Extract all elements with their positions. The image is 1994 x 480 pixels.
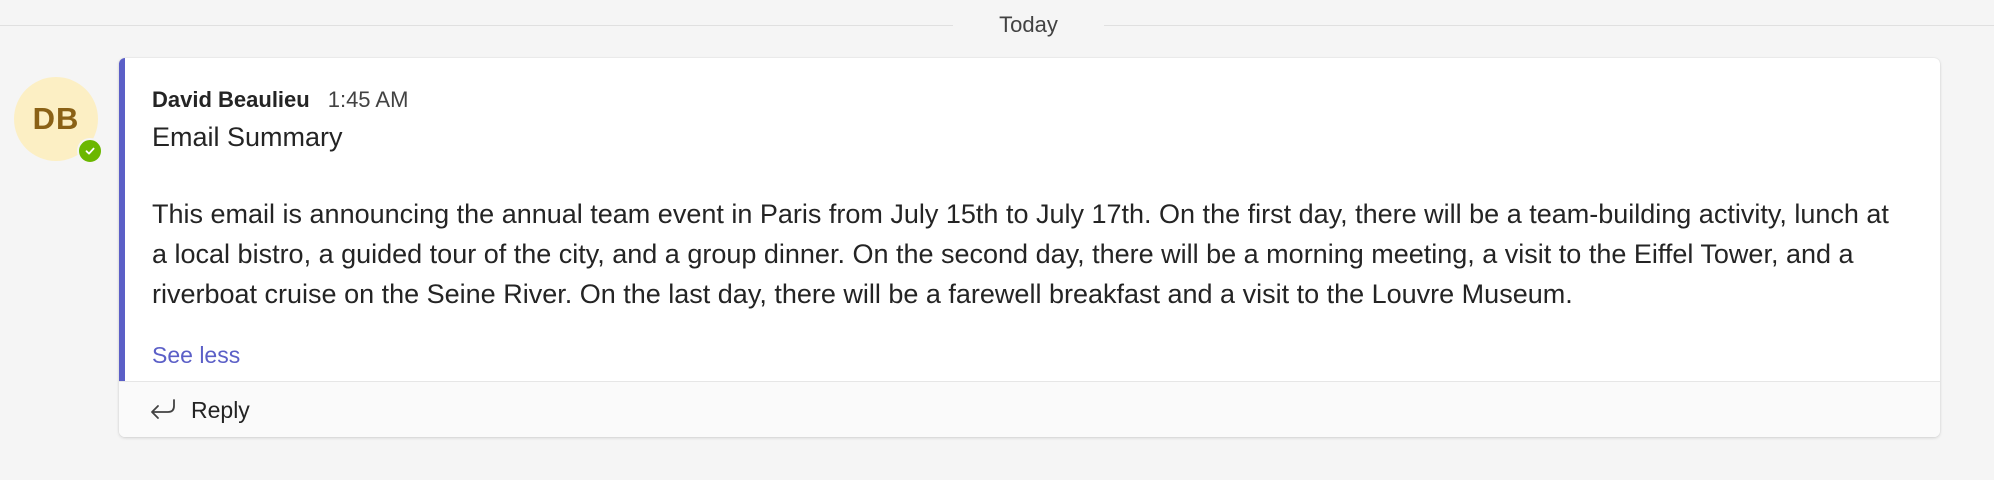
checkmark-icon [85, 147, 95, 155]
message-subject: Email Summary [152, 122, 343, 152]
message-header: David Beaulieu 1:45 AM [152, 86, 408, 114]
message-body: This email is announcing the annual team… [152, 199, 1889, 309]
day-divider-line-left [0, 25, 953, 26]
reply-bar: Reply [119, 381, 1940, 437]
reply-button[interactable]: Reply [147, 394, 250, 426]
day-divider-line-right [1104, 25, 1994, 26]
message-timestamp: 1:45 AM [327, 87, 409, 112]
reply-arrow-icon [151, 399, 175, 419]
day-separator-label: Today [999, 12, 1058, 37]
message-card[interactable]: David Beaulieu 1:45 AM Email Summary This… [119, 58, 1940, 437]
see-less-link[interactable]: See less [152, 340, 240, 370]
avatar-initials: DB [32, 101, 80, 136]
author-name[interactable]: David Beaulieu [152, 87, 310, 112]
reply-label: Reply [191, 397, 250, 423]
presence-available-icon [77, 138, 103, 164]
message-accent-bar [119, 58, 125, 381]
